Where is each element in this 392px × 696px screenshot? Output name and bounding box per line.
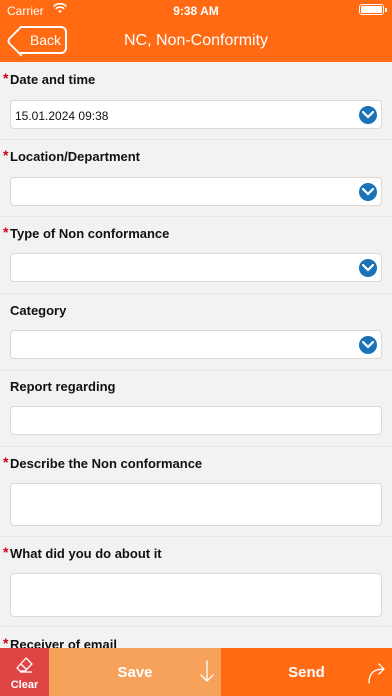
field-nc-type: * Type of Non conformance [0, 216, 392, 293]
nav-bar: Back NC, Non-Conformity [0, 20, 392, 62]
date-time-select[interactable]: 15.01.2024 09:38 [10, 100, 382, 129]
field-label-describe-nc: * Describe the Non conformance [3, 454, 203, 471]
field-report-regarding: Report regarding [0, 370, 392, 447]
save-button-label: Save [117, 664, 153, 681]
action-taken-textarea[interactable] [10, 573, 382, 617]
page-title: NC, Non-Conformity [123, 32, 269, 49]
field-label-email-receiver: * Receiver of email [3, 635, 117, 648]
required-marker: * [3, 544, 9, 560]
field-label-date-time: * Date and time [3, 70, 96, 87]
required-marker: * [3, 635, 9, 648]
field-label-location: * Location/Department [3, 147, 141, 164]
field-date-time: * Date and time 15.01.2024 09:38 [0, 62, 392, 139]
required-marker: * [3, 70, 9, 86]
nc-type-select[interactable] [10, 253, 382, 282]
date-time-value: 15.01.2024 09:38 [15, 109, 109, 123]
location-department-select[interactable] [10, 177, 382, 206]
field-describe-nc: * Describe the Non conformance [0, 446, 392, 538]
status-time: 9:38 AM [173, 4, 219, 18]
status-bar: Carrier 9:38 AM [0, 0, 392, 20]
field-location-department: * Location/Department [0, 139, 392, 216]
field-label-action-taken: * What did you do about it [3, 544, 162, 561]
clear-button[interactable]: Clear [0, 648, 49, 696]
category-select[interactable] [10, 330, 382, 359]
chevron-down-icon [359, 106, 377, 124]
save-button[interactable]: Save [49, 648, 221, 696]
required-marker: * [3, 147, 9, 163]
clear-button-label: Clear [10, 679, 39, 691]
chevron-down-icon [359, 183, 377, 201]
forward-arrow-icon [366, 662, 388, 689]
chevron-down-icon [359, 259, 377, 277]
field-action-taken: * What did you do about it [0, 536, 392, 628]
download-arrow-icon [200, 660, 214, 689]
required-marker: * [3, 224, 9, 240]
battery-icon [359, 4, 387, 15]
field-label-category: Category [10, 303, 67, 318]
bottom-toolbar: Clear Save Send [0, 648, 392, 696]
field-label-nc-type: * Type of Non conformance [3, 224, 170, 241]
field-email-receiver: * Receiver of email [0, 626, 392, 648]
field-category: Category [0, 293, 392, 370]
eraser-icon [16, 656, 34, 677]
describe-nc-textarea[interactable] [10, 483, 382, 526]
field-label-report-regarding: Report regarding [10, 379, 116, 394]
required-marker: * [3, 454, 9, 470]
chevron-down-icon [359, 336, 377, 354]
report-regarding-input[interactable] [10, 406, 382, 435]
send-button[interactable]: Send [221, 648, 392, 696]
